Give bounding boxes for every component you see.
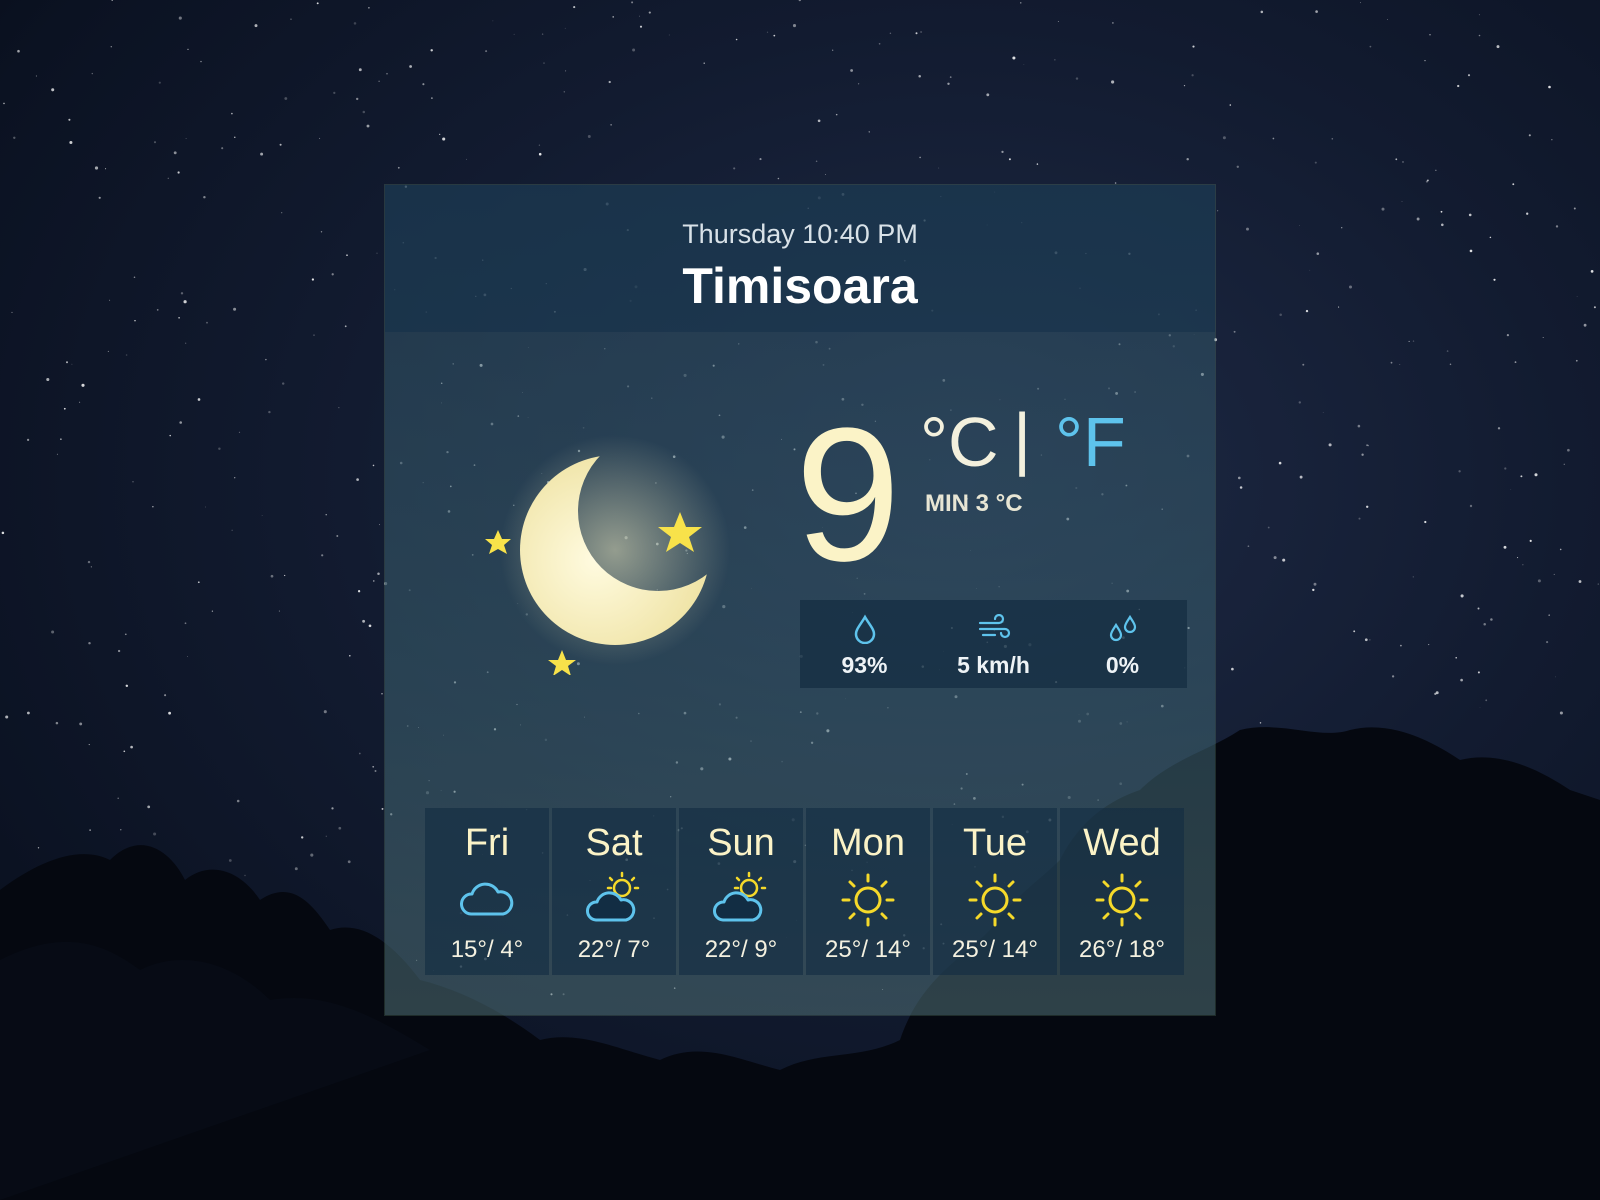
sun-icon: [968, 873, 1022, 927]
forecast-day-wed[interactable]: Wed 26°/ 18°: [1060, 808, 1184, 975]
current-temperature: 9: [795, 389, 901, 601]
forecast-temps: 22°/ 7°: [577, 936, 651, 963]
weather-card: Thursday 10:40 PM Timisoara 9 °C | °F MI…: [385, 185, 1215, 1015]
forecast-day-mon[interactable]: Mon 25°/ 14°: [806, 808, 930, 975]
forecast-temps: 15°/ 4°: [450, 936, 524, 963]
forecast-day-name: Mon: [831, 822, 905, 864]
wind-stat: 5 km/h: [929, 600, 1058, 688]
forecast-temps: 26°/ 18°: [1079, 936, 1165, 963]
humidity-drop-icon: [854, 614, 875, 644]
partly-sunny-icon: [713, 871, 767, 922]
celsius-toggle[interactable]: °C: [920, 407, 999, 477]
wind-value: 5 km/h: [957, 652, 1030, 678]
sun-icon: [841, 873, 895, 927]
humidity-stat: 93%: [800, 600, 929, 688]
sun-icon: [1095, 873, 1149, 927]
forecast-temps: 25°/ 14°: [952, 936, 1038, 963]
precipitation-value: 0%: [1105, 652, 1140, 678]
forecast-row: Fri 15°/ 4° Sat 22°/ 7° Sun 22°/ 9° Mon …: [425, 808, 1188, 975]
forecast-day-name: Sat: [585, 822, 643, 864]
forecast-day-tue[interactable]: Tue 25°/ 14°: [933, 808, 1057, 975]
humidity-value: 93%: [841, 652, 888, 678]
city-name: Timisoara: [682, 258, 918, 314]
precipitation-drops-icon: [1109, 614, 1136, 642]
partly-sunny-icon: [586, 871, 640, 922]
forecast-day-sun[interactable]: Sun 22°/ 9°: [679, 808, 803, 975]
unit-separator: |: [1013, 399, 1032, 477]
card-header: Thursday 10:40 PM Timisoara: [385, 185, 1215, 332]
forecast-day-name: Fri: [464, 822, 510, 864]
forecast-day-fri[interactable]: Fri 15°/ 4°: [425, 808, 549, 975]
forecast-day-name: Sun: [707, 822, 775, 864]
weather-stats-panel: 93% 5 km/h 0%: [800, 600, 1187, 688]
cloud-icon: [460, 882, 514, 916]
forecast-day-name: Tue: [962, 822, 1028, 864]
forecast-day-sat[interactable]: Sat 22°/ 7°: [552, 808, 676, 975]
date-time-label: Thursday 10:40 PM: [682, 219, 918, 249]
forecast-temps: 25°/ 14°: [825, 936, 911, 963]
crescent-moon-icon: [485, 435, 730, 675]
forecast-day-name: Wed: [1083, 822, 1161, 864]
forecast-temps: 22°/ 9°: [704, 936, 778, 963]
fahrenheit-toggle[interactable]: °F: [1055, 407, 1126, 477]
precipitation-stat: 0%: [1058, 600, 1187, 688]
min-temperature: MIN 3 °C: [925, 490, 1023, 517]
wind-icon: [978, 614, 1010, 639]
